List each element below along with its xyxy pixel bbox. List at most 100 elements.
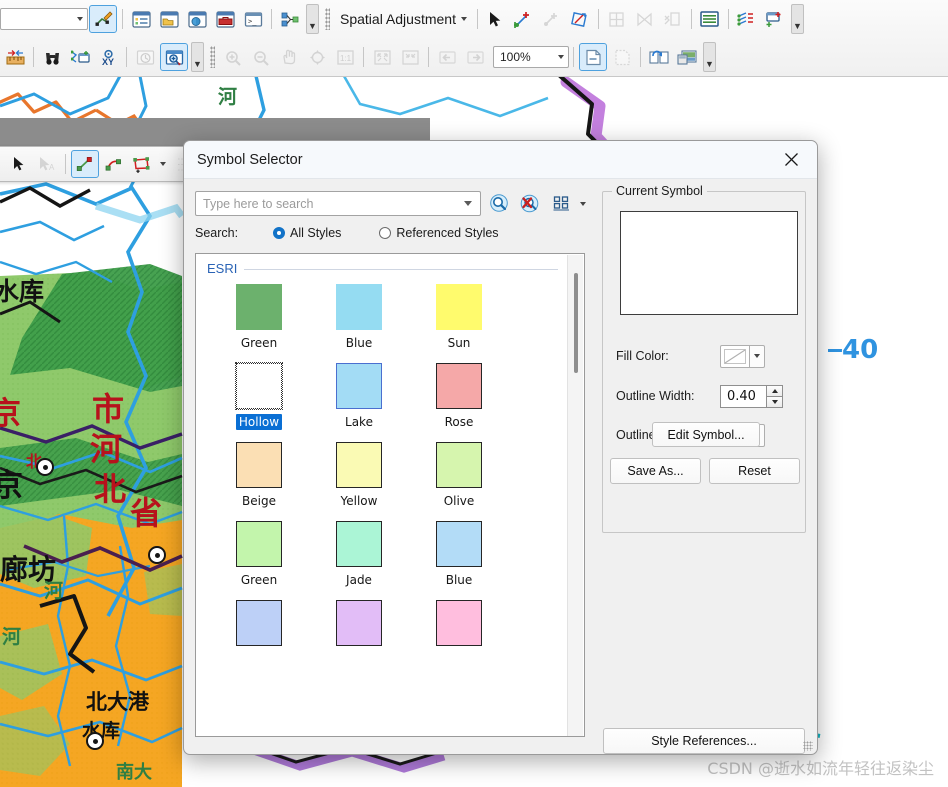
table-of-contents-button[interactable] xyxy=(128,6,154,32)
search-input[interactable]: Type here to search xyxy=(195,191,481,216)
symbol-item[interactable]: Rose xyxy=(409,363,509,430)
svg-text:1:1: 1:1 xyxy=(340,54,352,63)
style-list[interactable]: ESRI Green Blue Sun Hollow Lake Rose Beige Yell… xyxy=(195,253,585,737)
editor-tool-button[interactable] xyxy=(89,5,117,33)
symbol-item[interactable]: Green xyxy=(209,284,309,351)
select-elements-button[interactable] xyxy=(483,6,509,32)
toolbox-button[interactable] xyxy=(212,6,238,32)
reset-button[interactable]: Reset xyxy=(709,458,800,484)
select-links-button[interactable] xyxy=(567,6,593,32)
style-list-scrollbar[interactable] xyxy=(567,255,583,736)
symbol-item[interactable]: Sun xyxy=(409,284,509,351)
edge-match-button[interactable] xyxy=(604,6,630,32)
toolbar-overflow-button-2[interactable]: ▼ xyxy=(790,4,804,34)
model-builder-button[interactable] xyxy=(277,6,303,32)
toggle-draw-button[interactable] xyxy=(674,44,700,70)
fill-color-dropdown[interactable] xyxy=(750,344,765,368)
zoom-in-fixed-button[interactable] xyxy=(369,44,395,70)
refresh-view-button[interactable] xyxy=(646,44,672,70)
toolbar-overflow-button-3[interactable]: ▼ xyxy=(191,42,204,72)
resize-grip[interactable] xyxy=(803,741,813,751)
data-view-button[interactable] xyxy=(609,44,635,70)
symbol-label: Green xyxy=(240,336,278,350)
spatial-adjustment-menu[interactable]: Spatial Adjustment xyxy=(334,11,473,27)
edge-snap-button[interactable] xyxy=(632,6,658,32)
symbol-item[interactable]: Beige xyxy=(209,442,309,509)
clear-search-button[interactable] xyxy=(517,192,541,216)
fixed-scale-button[interactable]: 1:1 xyxy=(332,44,358,70)
stepper-up-button[interactable] xyxy=(766,384,783,396)
trace-tool-button[interactable] xyxy=(129,151,155,177)
table-of-contents-icon xyxy=(131,10,151,28)
toolbar-grip-2[interactable] xyxy=(210,46,215,68)
outline-width-stepper[interactable] xyxy=(766,384,783,408)
symbol-item[interactable]: Green xyxy=(209,521,309,588)
chevron-down-icon[interactable] xyxy=(464,201,472,206)
symbol-item[interactable] xyxy=(209,600,309,646)
symbol-item[interactable] xyxy=(409,600,509,646)
save-as-button[interactable]: Save As... xyxy=(610,458,701,484)
view-mode-button[interactable] xyxy=(549,192,573,216)
search-button[interactable] xyxy=(487,192,511,216)
new-displacement-link-button[interactable] xyxy=(511,6,537,32)
symbol-item[interactable] xyxy=(309,600,409,646)
find-button[interactable] xyxy=(39,44,65,70)
search-window-button[interactable] xyxy=(184,6,210,32)
zoom-out-fixed-button[interactable] xyxy=(397,44,423,70)
new-link-table-button[interactable] xyxy=(762,6,788,32)
zoom-level-combo[interactable]: 100% xyxy=(493,46,569,68)
fill-color-button[interactable] xyxy=(720,344,750,368)
go-to-xy-button[interactable]: XY xyxy=(95,44,121,70)
zoom-out-button[interactable] xyxy=(248,44,274,70)
multiple-links-button[interactable] xyxy=(734,6,760,32)
endpoint-arc-button[interactable] xyxy=(101,151,127,177)
symbol-item[interactable]: Hollow xyxy=(209,362,309,430)
zoom-window-button[interactable] xyxy=(160,43,188,71)
dialog-titlebar[interactable]: Symbol Selector xyxy=(184,141,817,179)
zoom-in-button[interactable] xyxy=(220,44,246,70)
symbol-item[interactable]: Olive xyxy=(409,442,509,509)
symbol-item[interactable]: Blue xyxy=(309,284,409,351)
attribute-transfer-button[interactable] xyxy=(660,6,686,32)
toolbar-separator xyxy=(573,47,574,67)
toolbar-grip[interactable] xyxy=(325,8,330,30)
stepper-down-button[interactable] xyxy=(766,395,783,408)
edit-annotation-tool-button[interactable]: A xyxy=(34,151,60,177)
full-extent-button[interactable] xyxy=(304,44,330,70)
view-mode-dropdown-icon[interactable] xyxy=(580,201,586,206)
straight-segment-button[interactable] xyxy=(71,150,99,178)
symbol-item[interactable]: Lake xyxy=(309,363,409,430)
style-references-button[interactable]: Style References... xyxy=(603,728,805,754)
close-button[interactable] xyxy=(771,145,811,174)
go-forward-extent-button[interactable] xyxy=(462,44,488,70)
new-identity-link-button[interactable] xyxy=(539,6,565,32)
scrollbar-thumb[interactable] xyxy=(574,273,578,373)
symbol-item[interactable]: Blue xyxy=(409,521,509,588)
view-link-table-button[interactable] xyxy=(697,6,723,32)
time-slider-button[interactable] xyxy=(132,44,158,70)
symbol-item[interactable]: Yellow xyxy=(309,442,409,509)
symbol-item[interactable]: Jade xyxy=(309,521,409,588)
symbol-grid: Green Blue Sun Hollow Lake Rose Beige Yellow Oli… xyxy=(196,276,568,646)
radio-referenced-styles[interactable]: Referenced Styles xyxy=(379,226,499,240)
outline-width-label: Outline Width: xyxy=(616,389,695,403)
find-route-button[interactable] xyxy=(67,44,93,70)
trace-dropdown-button[interactable] xyxy=(157,151,169,177)
radio-all-styles[interactable]: All Styles xyxy=(273,226,341,240)
toolbar-overflow-button-4[interactable]: ▼ xyxy=(703,42,716,72)
python-window-button[interactable]: >_ xyxy=(240,6,266,32)
outline-width-input[interactable]: 0.40 xyxy=(720,384,766,408)
catalog-button[interactable] xyxy=(156,6,182,32)
measure-button[interactable] xyxy=(2,44,28,70)
current-symbol-group-label: Current Symbol xyxy=(612,184,707,198)
layer-combo[interactable] xyxy=(0,8,88,30)
pan-button[interactable] xyxy=(276,44,302,70)
symbol-properties-panel: Current Symbol Fill Color: Outline Width… xyxy=(602,184,806,754)
multiple-links-icon xyxy=(737,11,754,26)
edit-symbol-button[interactable]: Edit Symbol... xyxy=(652,422,760,447)
page-layout-button[interactable] xyxy=(579,43,607,71)
go-back-extent-button[interactable] xyxy=(434,44,460,70)
catalog-icon xyxy=(159,10,179,28)
toolbar-overflow-button[interactable]: ▼ xyxy=(306,4,319,34)
edit-tool-button[interactable] xyxy=(6,151,32,177)
